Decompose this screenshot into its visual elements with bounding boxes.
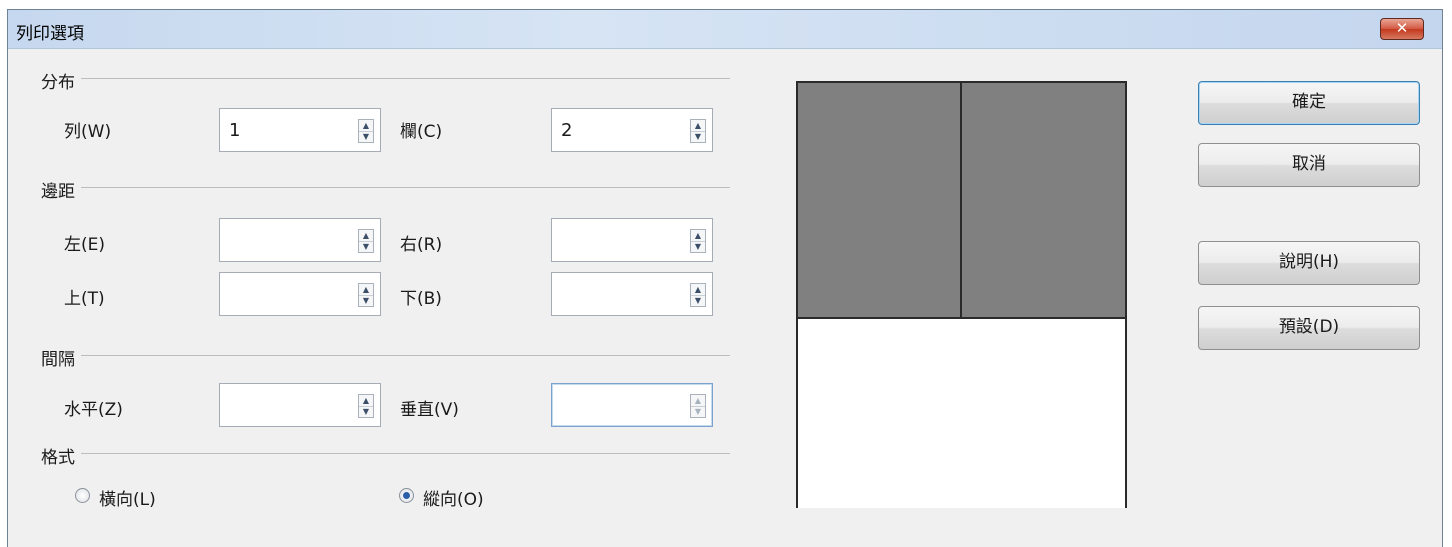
default-button[interactable]: 預設(D) [1198,306,1420,350]
columns-value: 2 [561,120,573,141]
left-margin-spinbox[interactable]: ▲ ▼ [219,218,381,262]
spacing-separator [48,355,730,356]
format-separator [48,453,730,454]
bottom-margin-spin-buttons: ▲ ▼ [690,283,706,307]
columns-spinbox[interactable]: 2 ▲ ▼ [551,108,713,152]
dialog-title: 列印選項 [16,24,84,44]
preview-page-1 [798,83,962,319]
top-margin-spin-buttons: ▲ ▼ [358,283,374,307]
top-margin-label: 上(T) [64,289,105,309]
rows-spin-buttons: ▲ ▼ [358,119,374,143]
print-options-dialog: 列印選項 ✕ 分布 列(W) 1 ▲ ▼ 欄(C) 2 ▲ ▼ 邊距 左(E) … [7,9,1443,547]
spin-down-icon[interactable]: ▼ [691,406,705,417]
close-icon: ✕ [1395,19,1409,37]
layout-preview [796,81,1127,508]
rows-label: 列(W) [64,122,112,142]
columns-spin-buttons: ▲ ▼ [690,119,706,143]
left-margin-label: 左(E) [64,235,106,255]
cancel-button[interactable]: 取消 [1198,143,1420,187]
bottom-margin-spinbox[interactable]: ▲ ▼ [551,272,713,316]
spin-down-icon[interactable]: ▼ [359,241,373,252]
rows-value: 1 [229,120,241,141]
margins-separator [48,187,730,188]
columns-label: 欄(C) [400,122,443,142]
portrait-label[interactable]: 縱向(O) [423,485,484,510]
group-distribution-label: 分布 [41,68,81,93]
help-button[interactable]: 說明(H) [1198,241,1420,285]
horizontal-spacing-spin-buttons: ▲ ▼ [358,394,374,418]
vertical-spacing-spin-buttons: ▲ ▼ [690,394,706,418]
horizontal-spacing-label: 水平(Z) [64,400,123,420]
vertical-spacing-label: 垂直(V) [400,400,459,420]
spin-down-icon[interactable]: ▼ [691,295,705,306]
bottom-margin-label: 下(B) [400,289,442,309]
group-margins-label: 邊距 [41,177,81,202]
vertical-spacing-spinbox[interactable]: ▲ ▼ [551,383,713,427]
title-bar[interactable]: 列印選項 ✕ [8,10,1442,49]
preview-page-2 [962,83,1125,319]
left-margin-spin-buttons: ▲ ▼ [358,229,374,253]
group-spacing-label: 間隔 [41,345,81,370]
landscape-radio[interactable] [75,488,90,503]
distribution-separator [48,78,730,79]
right-margin-spinbox[interactable]: ▲ ▼ [551,218,713,262]
landscape-label[interactable]: 橫向(L) [99,485,156,510]
spin-down-icon[interactable]: ▼ [691,241,705,252]
portrait-radio[interactable] [399,488,414,503]
spin-down-icon[interactable]: ▼ [359,406,373,417]
close-button[interactable]: ✕ [1380,18,1424,40]
top-margin-spinbox[interactable]: ▲ ▼ [219,272,381,316]
horizontal-spacing-spinbox[interactable]: ▲ ▼ [219,383,381,427]
group-format-label: 格式 [41,443,81,468]
ok-button[interactable]: 確定 [1198,81,1420,125]
right-margin-spin-buttons: ▲ ▼ [690,229,706,253]
right-margin-label: 右(R) [400,235,443,255]
spin-down-icon[interactable]: ▼ [359,295,373,306]
rows-spinbox[interactable]: 1 ▲ ▼ [219,108,381,152]
spin-down-icon[interactable]: ▼ [359,131,373,142]
spin-down-icon[interactable]: ▼ [691,131,705,142]
